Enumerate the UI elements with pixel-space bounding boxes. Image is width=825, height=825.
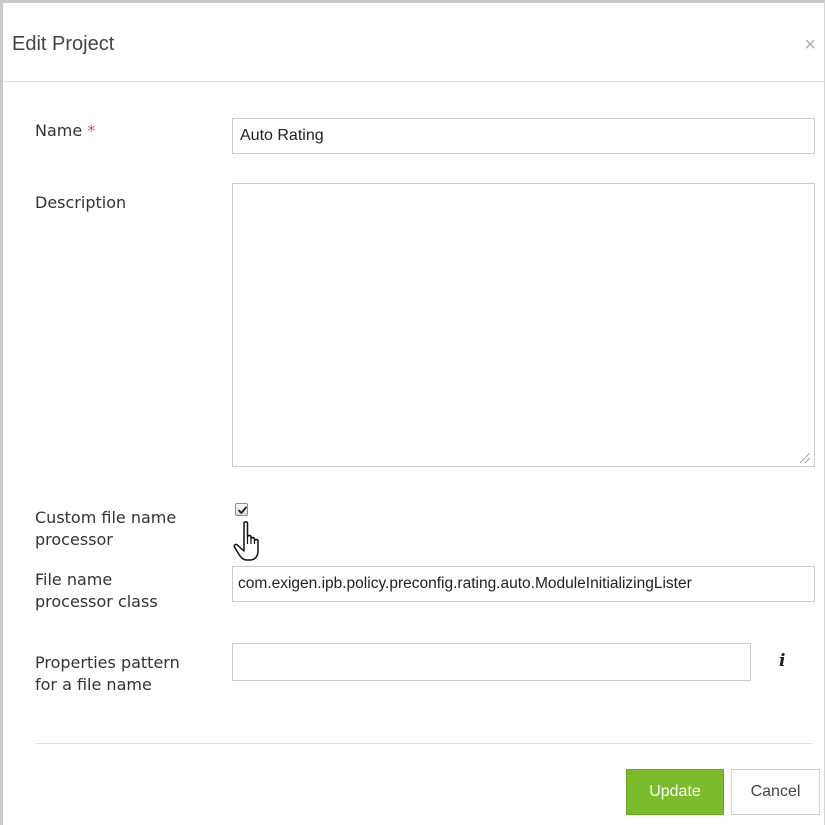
close-icon[interactable]: × — [804, 35, 816, 55]
processor-class-input[interactable] — [232, 566, 815, 602]
properties-pattern-label-line1: Properties pattern — [35, 653, 180, 672]
info-icon[interactable]: i — [779, 651, 785, 671]
custom-processor-checkbox[interactable] — [235, 503, 248, 516]
name-label: Name * — [35, 120, 95, 142]
dialog-title: Edit Project — [12, 33, 115, 55]
edit-project-dialog: Edit Project × Name * Description Custom… — [0, 0, 825, 825]
hand-pointer-cursor-icon — [233, 521, 259, 561]
properties-pattern-label: Properties pattern for a file name — [35, 652, 180, 696]
properties-pattern-label-line2: for a file name — [35, 675, 152, 694]
update-button[interactable]: Update — [626, 769, 724, 815]
description-textarea[interactable] — [232, 183, 815, 467]
checkmark-icon — [238, 506, 247, 514]
processor-class-label-line1: File name — [35, 570, 113, 589]
name-label-text: Name — [35, 121, 83, 140]
custom-processor-label: Custom file name processor — [35, 507, 176, 551]
name-input[interactable] — [232, 118, 815, 154]
custom-processor-label-line2: processor — [35, 530, 113, 549]
footer-divider — [35, 743, 813, 744]
dialog-header: Edit Project × — [3, 3, 824, 82]
required-marker: * — [87, 121, 96, 140]
cancel-button[interactable]: Cancel — [731, 769, 820, 815]
processor-class-label: File name processor class — [35, 569, 158, 613]
properties-pattern-input[interactable] — [232, 643, 751, 681]
custom-processor-label-line1: Custom file name — [35, 508, 177, 527]
resize-grip-icon[interactable] — [800, 453, 810, 463]
description-label: Description — [35, 193, 127, 212]
processor-class-label-line2: processor class — [35, 592, 158, 611]
